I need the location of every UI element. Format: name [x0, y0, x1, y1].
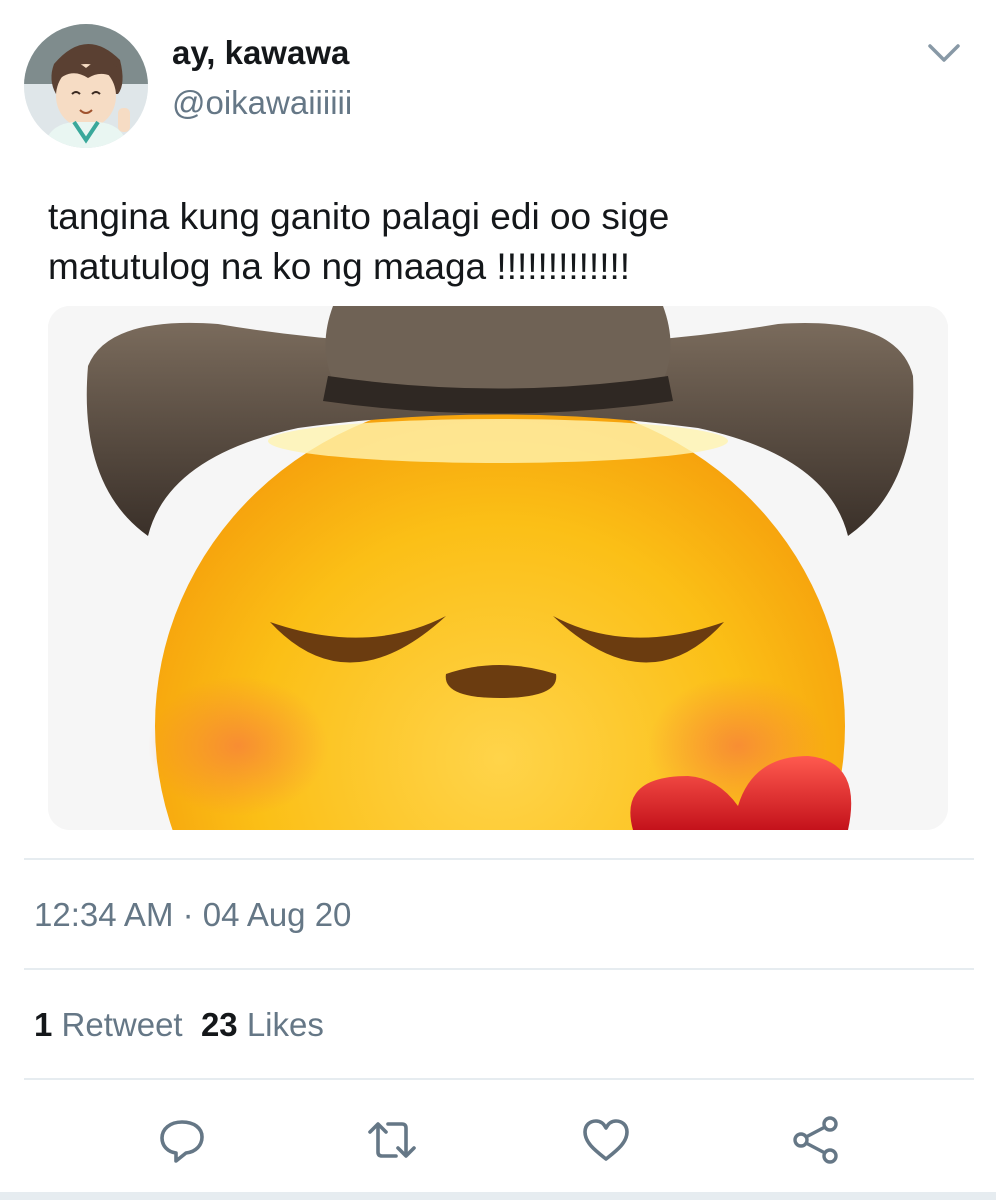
like-label: Likes: [246, 1006, 324, 1043]
avatar-image: [24, 24, 148, 148]
tweet-time: 12:34 AM: [34, 896, 174, 933]
reply-button[interactable]: [154, 1112, 210, 1168]
divider: [24, 858, 974, 860]
timestamp-separator: ·: [173, 896, 203, 933]
engagement-stats: 1 Retweet 23 Likes: [34, 1006, 324, 1044]
reply-icon: [160, 1120, 204, 1163]
tweet-timestamp[interactable]: 12:34 AM · 04 Aug 20: [34, 896, 351, 934]
divider: [24, 1078, 974, 1080]
tweet-media-image[interactable]: [48, 306, 948, 830]
cowboy-pleading-emoji-image: [48, 306, 948, 830]
like-button[interactable]: [578, 1112, 634, 1168]
avatar[interactable]: [24, 24, 148, 148]
like-icon: [583, 1119, 629, 1161]
user-handle[interactable]: @oikawaiiiiii: [172, 84, 352, 122]
share-button[interactable]: [788, 1112, 844, 1168]
retweet-label: Retweet: [61, 1006, 183, 1043]
tweet-date: 04 Aug 20: [202, 896, 352, 933]
tweet-text: tangina kung ganito palagi edi oo sige m…: [48, 196, 670, 287]
retweet-button[interactable]: [364, 1112, 420, 1168]
divider: [24, 968, 974, 970]
bottom-divider: [0, 1192, 996, 1200]
share-icon: [793, 1116, 838, 1164]
retweets-stat[interactable]: 1 Retweet: [34, 1006, 183, 1043]
chevron-down-icon[interactable]: [924, 38, 964, 68]
likes-stat[interactable]: 23 Likes: [201, 1006, 324, 1043]
retweet-count: 1: [34, 1006, 53, 1043]
like-count: 23: [200, 1006, 238, 1043]
display-name[interactable]: ay, kawawa: [172, 34, 349, 72]
retweet-icon: [368, 1122, 416, 1158]
